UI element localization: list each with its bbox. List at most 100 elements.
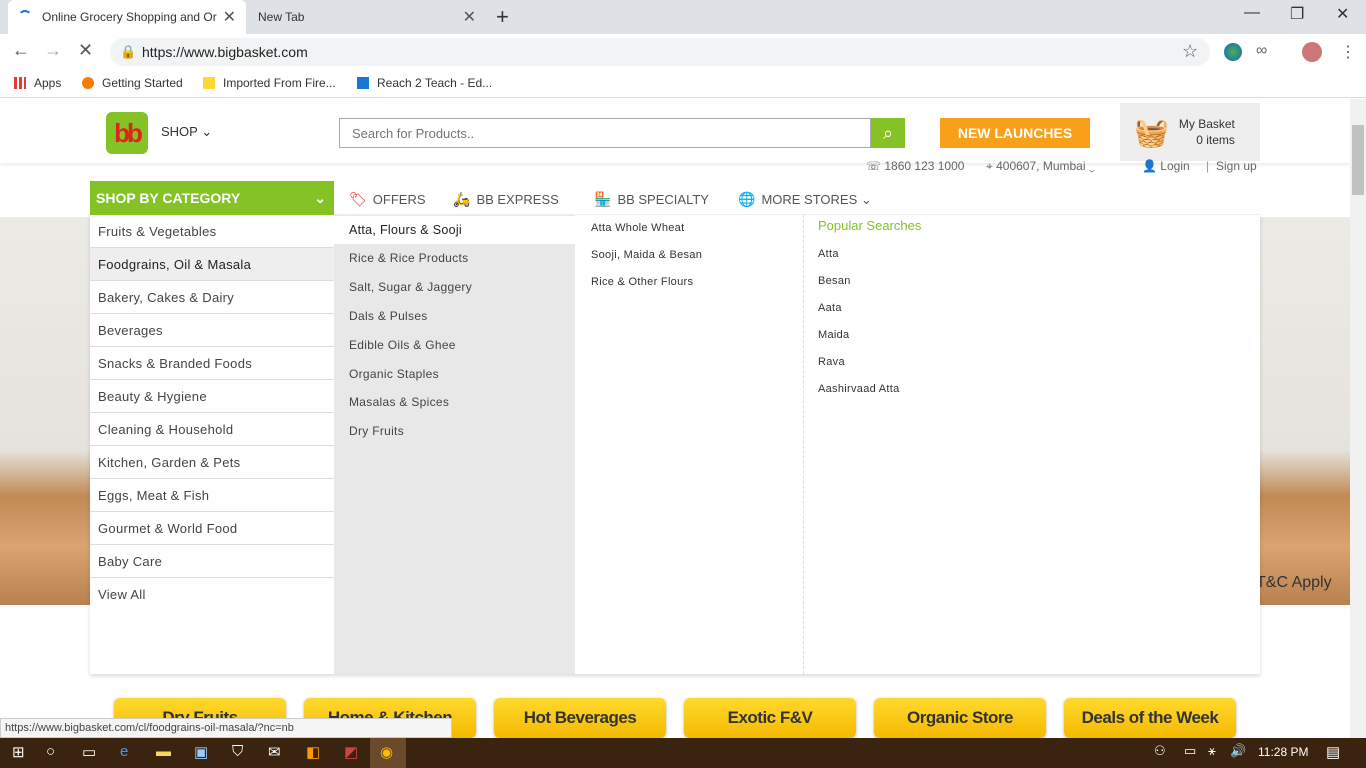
promo-tile[interactable]: Hot Beverages [494,698,666,738]
bookmark-getting-started[interactable]: Getting Started [82,76,183,90]
people-icon[interactable]: ⚇ [1154,743,1166,759]
phone: ☏ 1860 123 1000 [866,159,965,173]
category-item[interactable]: Snacks & Branded Foods [90,347,334,380]
bookmark-star-icon[interactable]: ☆ [1182,41,1198,62]
extension-icon[interactable] [1224,43,1242,61]
apps-icon [14,77,26,89]
view-all-link[interactable]: View All [90,578,334,611]
wifi-icon[interactable]: ⚹ [1208,743,1216,759]
subcategory-item[interactable]: Rice & Rice Products [334,244,575,272]
category-item[interactable]: Baby Care [90,545,334,578]
popular-search-item[interactable]: Atta [818,248,839,260]
volume-icon[interactable]: 🔊 [1230,743,1246,759]
shop-dropdown[interactable]: SHOP ⌄ [161,124,212,140]
bookmark-apps[interactable]: Apps [14,76,61,90]
offers-link[interactable]: 🏷 OFFERS [349,191,426,208]
tab-new[interactable]: New Tab ✕ [248,0,486,34]
edge-icon[interactable]: e [120,743,128,760]
basket-icon: 🧺 [1134,116,1169,148]
bookmark-reach2teach[interactable]: Reach 2 Teach - Ed... [357,76,492,90]
profile-avatar[interactable] [1302,42,1322,62]
scrollbar-thumb[interactable] [1352,125,1364,195]
maximize-button[interactable]: ❐ [1290,4,1304,24]
bigbasket-logo[interactable]: bb [106,112,148,154]
category-item[interactable]: Kitchen, Garden & Pets [90,446,334,479]
chrome-icon[interactable]: ◉ [380,743,393,761]
sublime-icon[interactable]: ◧ [306,743,320,761]
minimize-button[interactable]: — [1244,4,1260,22]
sub-subcategory-item[interactable]: Sooji, Maida & Besan [591,249,702,261]
close-window-button[interactable]: ✕ [1336,4,1349,24]
app-icon[interactable]: ◩ [344,743,358,761]
menu-dots-icon[interactable]: ⋮ [1340,42,1356,62]
category-item[interactable]: Bakery, Cakes & Dairy [90,281,334,314]
subcategory-item[interactable]: Masalas & Spices [334,388,575,416]
popular-search-item[interactable]: Maida [818,329,849,341]
sub-subcategory-item[interactable]: Rice & Other Flours [591,276,693,288]
windows-start-icon[interactable]: ⊞ [12,743,25,761]
subcategory-item[interactable]: Salt, Sugar & Jaggery [334,273,575,301]
file-explorer-icon[interactable]: ▬ [156,743,171,760]
extension-infinity-icon[interactable]: ∞ [1256,42,1267,60]
subcategory-item[interactable]: Organic Staples [334,360,575,388]
new-launches-button[interactable]: NEW LAUNCHES [940,118,1090,148]
search-input[interactable] [339,118,871,148]
status-bar-url: https://www.bigbasket.com/cl/foodgrains-… [0,718,452,738]
scooter-icon: 🛵 [453,191,471,207]
popular-search-item[interactable]: Aashirvaad Atta [818,383,900,395]
stop-icon[interactable]: ✕ [78,40,93,61]
battery-icon[interactable]: ▭ [1184,743,1196,759]
popular-search-item[interactable]: Aata [818,302,842,314]
new-tab-button[interactable]: + [496,4,509,30]
store-icon: 🏪 [594,191,612,207]
clock[interactable]: 11:28 PM [1258,745,1308,759]
basket-button[interactable]: 🧺 My Basket 0 items [1120,103,1260,161]
promo-tile[interactable]: Exotic F&V [684,698,856,738]
mail-icon[interactable]: ✉ [268,743,281,761]
chevron-down-icon: ⌄ [860,191,872,207]
popular-search-item[interactable]: Rava [818,356,845,368]
separator: | [1206,159,1210,173]
bb-specialty-link[interactable]: 🏪 BB SPECIALTY [594,191,709,208]
category-item[interactable]: Cleaning & Household [90,413,334,446]
tab-bigbasket[interactable]: Online Grocery Shopping and Or ✕ [8,0,246,34]
location-pin-icon: ⌖ [986,159,993,173]
category-item-active[interactable]: Foodgrains, Oil & Masala [90,248,334,281]
shop-by-category-button[interactable]: SHOP BY CATEGORY ⌄ [90,181,334,215]
subcategory-item[interactable]: Dry Fruits [334,417,575,445]
cortana-icon[interactable]: ○ [46,743,55,760]
back-icon[interactable]: ← [12,40,30,61]
basket-count: 0 items [1196,133,1235,147]
signup-link[interactable]: Sign up [1216,159,1257,173]
forward-icon[interactable]: → [44,40,62,61]
location-selector[interactable]: ⌖ 400607, Mumbai ⌄ [986,159,1095,174]
more-stores-link[interactable]: 🌐 MORE STORES ⌄ [738,191,872,208]
close-tab-icon[interactable]: ✕ [223,7,236,27]
control-panel-icon[interactable]: ▣ [194,743,208,761]
user-icon: 👤 [1142,159,1157,173]
subcategory-item-active[interactable]: Atta, Flours & Sooji [334,216,575,244]
login-link[interactable]: 👤 Login [1142,159,1190,173]
reach2teach-icon [357,77,369,89]
sub-subcategory-item[interactable]: Atta Whole Wheat [591,222,684,234]
category-item[interactable]: Beverages [90,314,334,347]
task-view-icon[interactable]: ▭ [82,743,96,761]
category-item[interactable]: Fruits & Vegetables [90,215,334,248]
close-tab-icon[interactable]: ✕ [463,7,476,27]
category-item[interactable]: Beauty & Hygiene [90,380,334,413]
promo-tile[interactable]: Organic Store [874,698,1046,738]
bookmark-imported[interactable]: Imported From Fire... [203,76,336,90]
subcategory-item[interactable]: Dals & Pulses [334,302,575,330]
popular-search-item[interactable]: Besan [818,275,851,287]
bb-express-link[interactable]: 🛵 BB EXPRESS [453,191,559,208]
subcategory-item[interactable]: Edible Oils & Ghee [334,331,575,359]
store-icon[interactable]: ⛉ [232,743,243,760]
search-button[interactable]: ⌕ [871,118,905,148]
promo-tile[interactable]: Deals of the Week [1064,698,1236,738]
category-item[interactable]: Gourmet & World Food [90,512,334,545]
category-item[interactable]: Eggs, Meat & Fish [90,479,334,512]
chevron-down-icon: ⌄ [1088,159,1095,173]
menu-divider [803,215,804,674]
tab-title: Online Grocery Shopping and Or [42,10,217,24]
notifications-icon[interactable]: ▤ [1326,743,1340,761]
